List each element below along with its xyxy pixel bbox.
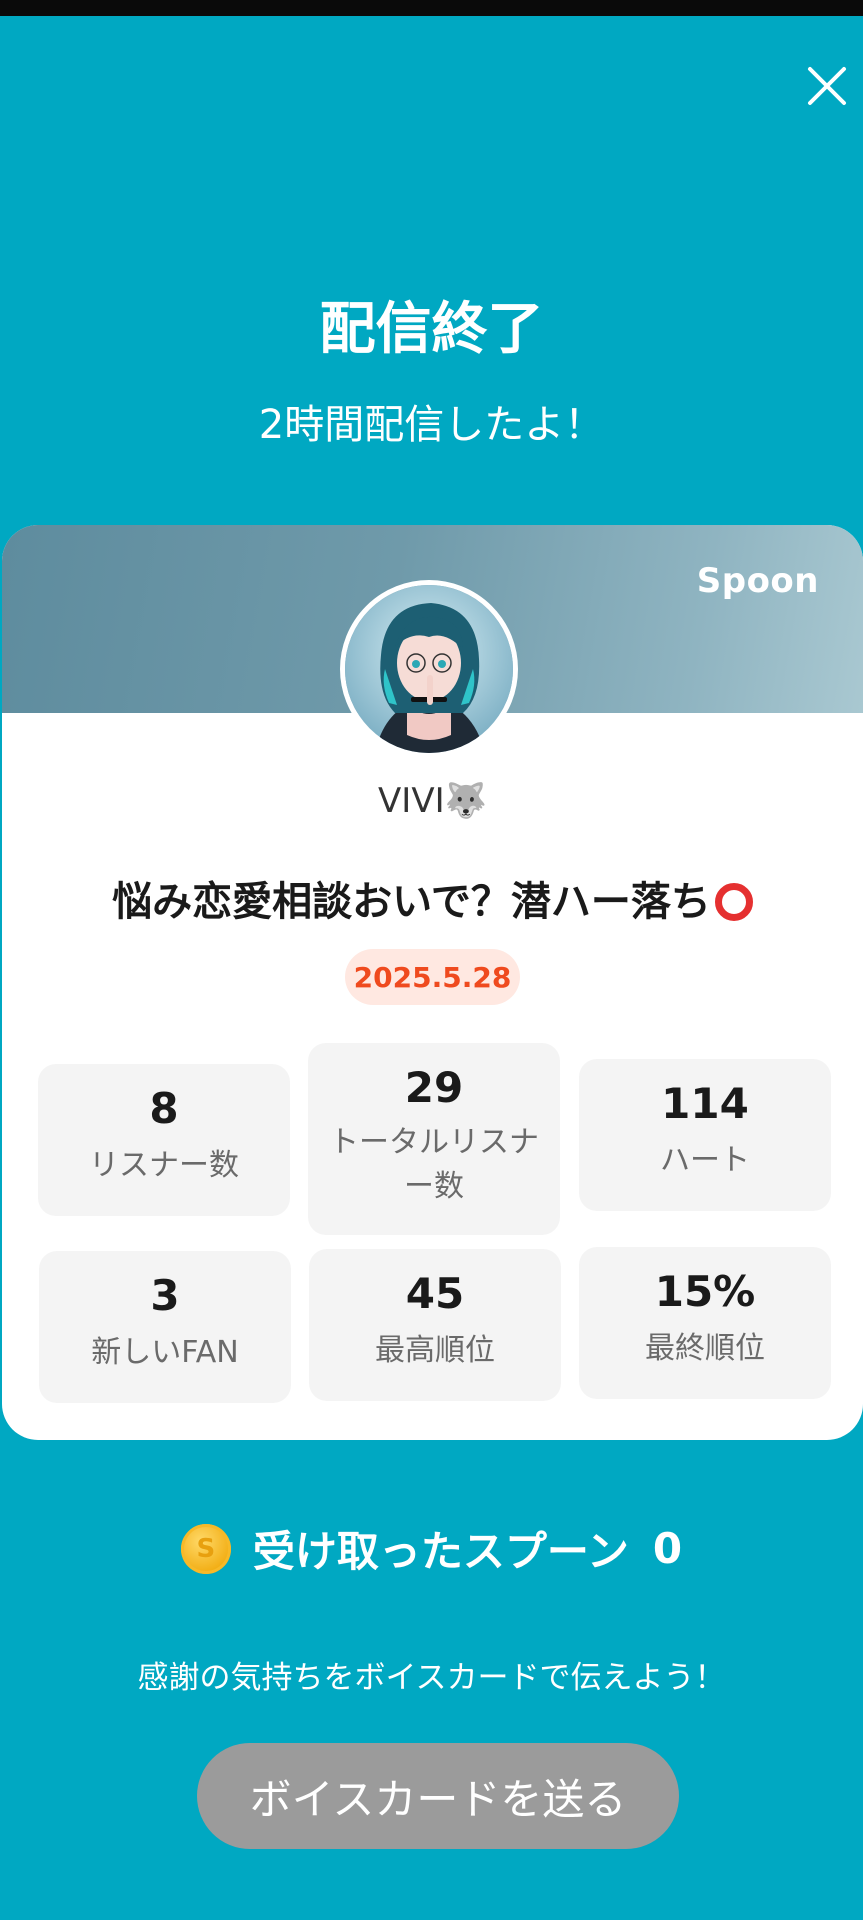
stat-value: 3 (150, 1271, 180, 1320)
broadcast-summary-card: Spoon VIVI🐺 悩み恋愛相談おいで？潜ハー落ち 2025.5.28 8 … (2, 525, 863, 1440)
received-spoons: S 受け取ったスプーン 0 (0, 1518, 863, 1579)
stat-label: 最終順位 (645, 1331, 765, 1366)
wolf-emoji-icon: 🐺 (444, 781, 487, 821)
send-voice-card-button[interactable]: ボイスカードを送る (197, 1743, 679, 1849)
broadcast-duration: 2時間配信したよ！ (258, 402, 605, 448)
stat-label: ハート (660, 1143, 750, 1178)
page-title: 配信終了 (319, 297, 544, 362)
username: VIVI🐺 (2, 781, 863, 821)
stat-new-fans: 3 新しいFAN (39, 1251, 291, 1403)
stream-title-text: 悩み恋愛相談おいで？潜ハー落ち (112, 879, 711, 925)
avatar (340, 580, 518, 758)
close-icon (808, 67, 846, 105)
received-spoons-label: 受け取ったスプーン (252, 1527, 629, 1576)
stat-value: 8 (149, 1084, 179, 1133)
stat-value: 15% (654, 1267, 756, 1316)
stat-listeners: 8 リスナー数 (38, 1064, 290, 1216)
stat-label: トータルリスナ ー数 (329, 1125, 539, 1204)
stat-label: リスナー数 (89, 1148, 239, 1183)
stat-hearts: 114 ハート (579, 1059, 831, 1211)
stat-label: 新しいFAN (91, 1335, 239, 1370)
stat-final-rank: 15% 最終順位 (579, 1247, 831, 1399)
stat-total-listeners: 29 トータルリスナ ー数 (308, 1043, 560, 1235)
red-circle-icon (714, 883, 753, 921)
stat-value: 114 (661, 1079, 749, 1128)
voice-card-message: 感謝の気持ちをボイスカードで伝えよう！ (137, 1660, 726, 1696)
received-spoons-count: 0 (652, 1524, 683, 1573)
close-button[interactable] (803, 62, 851, 110)
stat-highest-rank: 45 最高順位 (309, 1249, 561, 1401)
stat-label: 最高順位 (375, 1333, 495, 1368)
status-bar (0, 0, 863, 16)
date-badge: 2025.5.28 (345, 949, 520, 1005)
brand-logo: Spoon (696, 561, 819, 601)
username-text: VIVI (378, 781, 445, 821)
stat-value: 45 (405, 1269, 465, 1318)
stat-value: 29 (404, 1063, 464, 1112)
stream-title: 悩み恋愛相談おいで？潜ハー落ち (2, 869, 863, 927)
spoon-coin-icon: S (180, 1523, 231, 1574)
